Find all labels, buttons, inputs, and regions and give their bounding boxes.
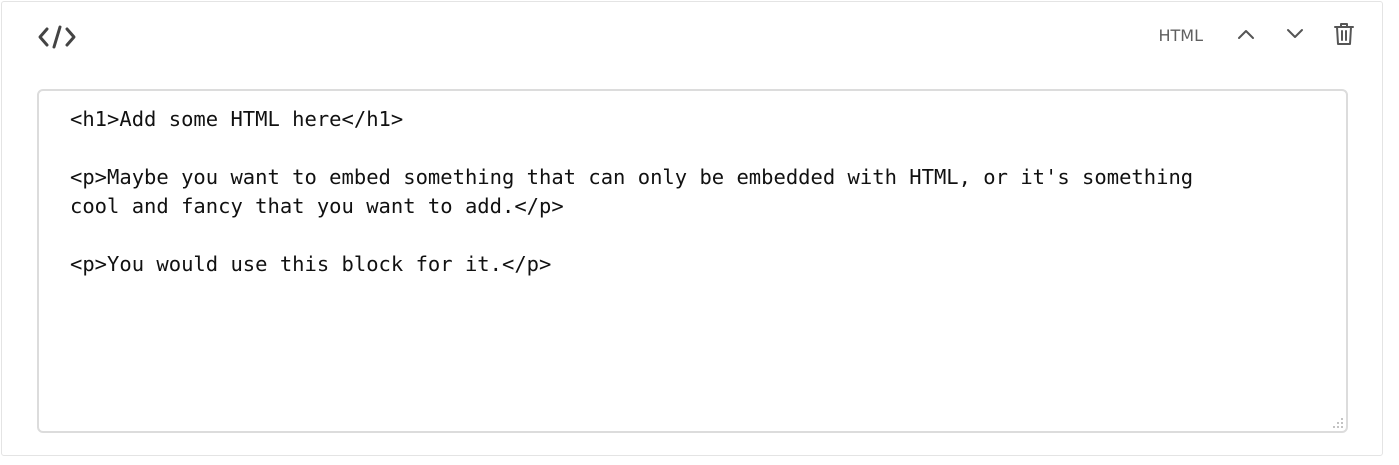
html-block: HTML <h1>Add some HTML here</h1> <p>Mayb…	[1, 1, 1383, 456]
html-code-editor[interactable]: <h1>Add some HTML here</h1> <p>Maybe you…	[37, 89, 1348, 433]
move-down-button[interactable]	[1277, 16, 1313, 52]
chevron-up-icon	[1238, 30, 1254, 39]
block-toolbar: HTML	[1158, 16, 1362, 52]
move-up-button[interactable]	[1228, 16, 1264, 52]
resize-handle-icon[interactable]	[1332, 417, 1344, 429]
code-text[interactable]: <h1>Add some HTML here</h1> <p>Maybe you…	[70, 105, 1326, 279]
trash-icon	[1334, 23, 1354, 45]
delete-button[interactable]	[1326, 16, 1362, 52]
block-type-label: HTML	[1158, 26, 1203, 45]
code-icon	[38, 24, 78, 50]
chevron-down-icon	[1287, 29, 1303, 38]
